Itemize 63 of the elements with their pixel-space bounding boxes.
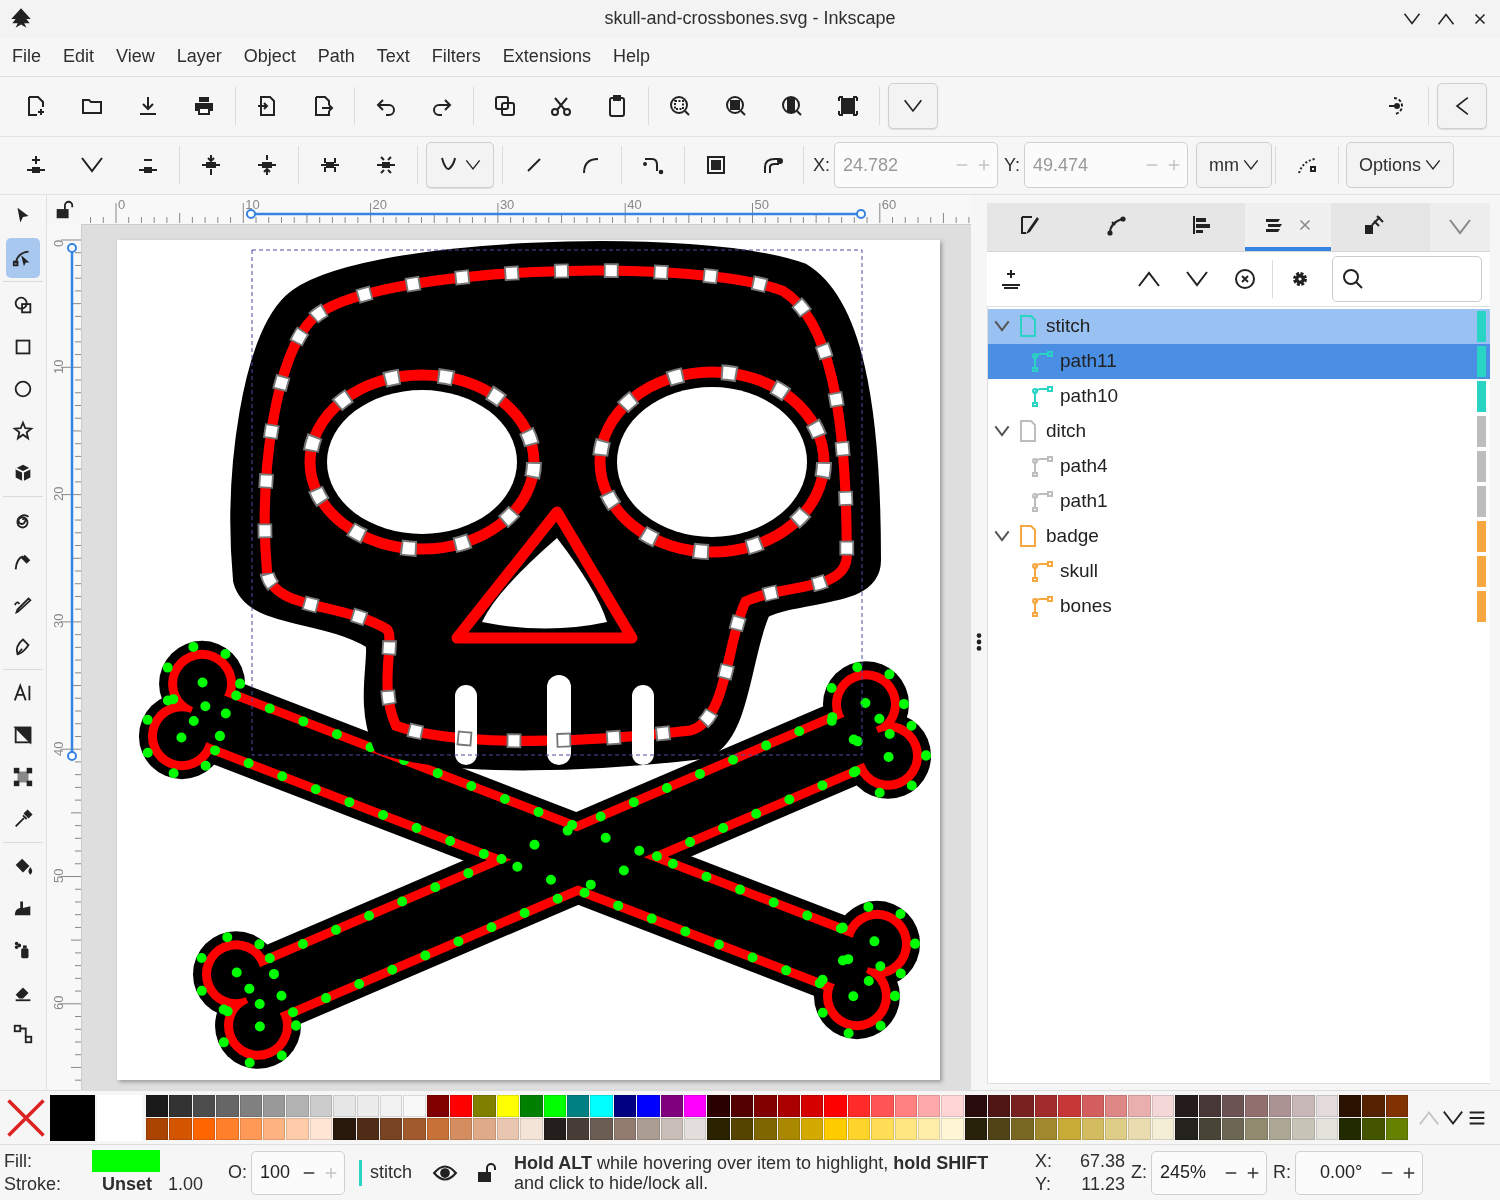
menu-item[interactable]: Filters (431, 46, 481, 68)
ruler-label: 0 (51, 239, 66, 247)
fill-label: Fill: (4, 1150, 33, 1172)
layer-row[interactable]: ditch (988, 413, 1490, 449)
layer-name: stitch (1046, 315, 1092, 338)
menu-item[interactable]: Help (612, 46, 650, 68)
layer-row[interactable]: stitch (988, 308, 1490, 344)
menu-item[interactable]: Text (376, 46, 410, 68)
object-row[interactable]: path11 (988, 343, 1490, 379)
opacity-label: O: (228, 1162, 247, 1184)
stroke-width: 1.00 (167, 1174, 205, 1196)
ruler-label: 30 (51, 613, 66, 629)
stroke-label: Stroke: (4, 1174, 63, 1196)
cursor-x-value: 67.38 (1079, 1150, 1126, 1172)
object-name: skull (1060, 560, 1099, 583)
ruler-label: 40 (51, 741, 66, 756)
unit-dropdown[interactable]: mm (1196, 142, 1273, 189)
ruler-label: 10 (51, 359, 66, 374)
menu-item[interactable]: Extensions (502, 46, 591, 68)
object-row[interactable]: path4 (988, 448, 1490, 484)
object-row[interactable]: skull (988, 553, 1490, 589)
options-dropdown[interactable]: Options (1346, 142, 1455, 189)
ruler-label: 40 (627, 196, 642, 212)
status-message: Hold ALT while hovering over item to highlight, hold SHIFT and click to hide/lock all. (514, 1152, 990, 1193)
zoom-label: Z: (1131, 1162, 1148, 1184)
object-name: path1 (1060, 490, 1109, 513)
object-row[interactable]: bones (988, 588, 1490, 624)
ruler-label: 50 (51, 868, 66, 884)
layer-row[interactable]: badge (988, 518, 1490, 554)
cursor-y-value: 11.23 (1080, 1173, 1126, 1195)
ruler-label: 10 (245, 196, 260, 212)
y-label: Y: (1004, 154, 1021, 176)
window-title: skull-and-crossbones.svg - Inkscape (604, 8, 896, 30)
x-label: X: (813, 154, 830, 176)
object-row[interactable]: path10 (988, 378, 1490, 414)
ruler-label: 20 (51, 486, 66, 502)
rotation-field[interactable]: 0.00° (1295, 1150, 1424, 1195)
menu-item[interactable]: Path (317, 46, 355, 68)
ruler-label: 60 (51, 995, 66, 1011)
opacity-field[interactable]: 100 (251, 1150, 345, 1195)
current-layer-name[interactable]: stitch (370, 1162, 413, 1184)
menu-item[interactable]: File (12, 46, 41, 68)
rotation-label: R: (1273, 1162, 1292, 1184)
object-row[interactable]: path1 (988, 483, 1490, 519)
object-name: path11 (1060, 350, 1118, 373)
ruler-label: 20 (372, 196, 388, 212)
menu-item[interactable]: View (116, 46, 155, 68)
object-name: bones (1060, 595, 1113, 618)
ruler-label: 30 (499, 196, 515, 212)
menu-item[interactable]: Layer (176, 46, 222, 68)
object-name: path4 (1060, 455, 1109, 478)
stroke-value: Unset (101, 1174, 153, 1196)
layer-name: ditch (1046, 420, 1088, 443)
object-name: path10 (1060, 385, 1120, 408)
ruler-label: 0 (118, 196, 126, 212)
ruler-label: 50 (754, 196, 769, 212)
menu-item[interactable]: Object (243, 46, 296, 68)
cursor-y-label: Y: (1035, 1173, 1053, 1195)
layer-name: badge (1046, 525, 1100, 548)
cursor-x-label: X: (1035, 1150, 1054, 1172)
zoom-field[interactable]: 245% (1151, 1150, 1268, 1195)
menu-item[interactable]: Edit (63, 46, 95, 68)
ruler-label: 60 (881, 196, 897, 212)
